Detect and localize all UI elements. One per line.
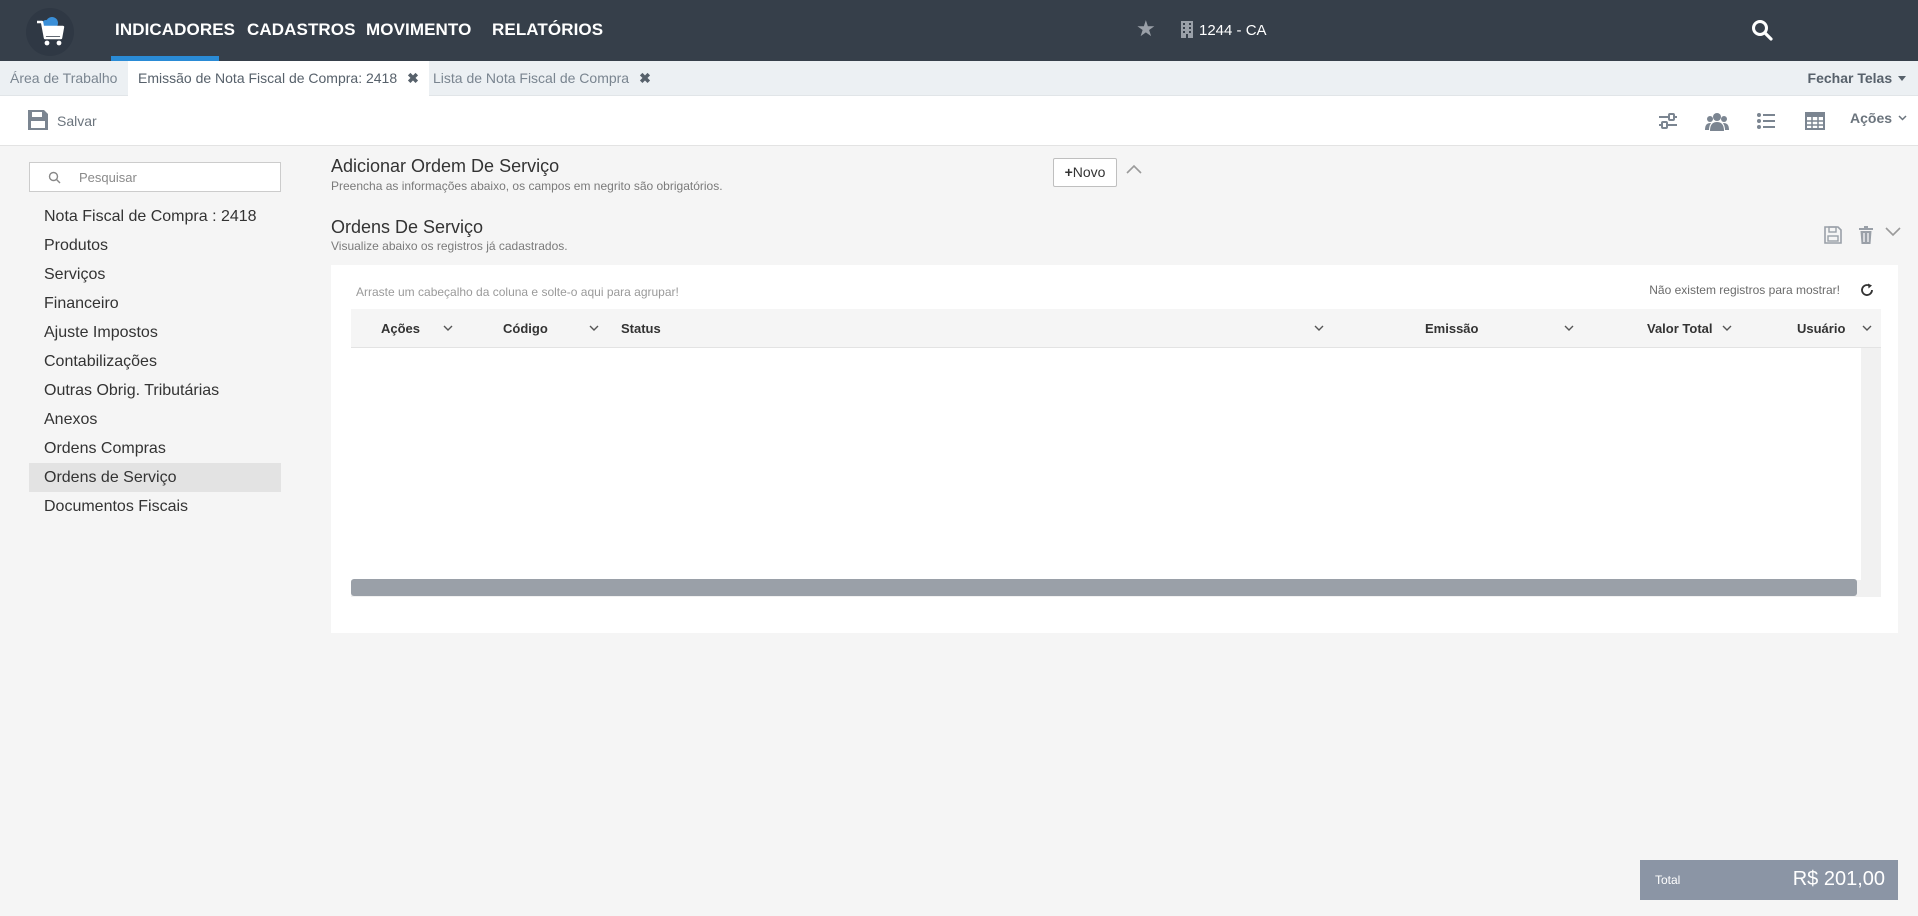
- close-icon[interactable]: ✖: [639, 70, 651, 86]
- chevron-up-icon[interactable]: [1125, 163, 1143, 175]
- plus-icon: +: [1064, 164, 1073, 180]
- chevron-down-icon[interactable]: [1722, 324, 1732, 332]
- close-all-tabs-dropdown[interactable]: Fechar Telas: [1808, 61, 1906, 96]
- table-icon[interactable]: [1803, 109, 1827, 133]
- column-header-usuario[interactable]: Usuário: [1797, 309, 1845, 348]
- nav-relatorios[interactable]: RELATÓRIOS: [492, 20, 603, 40]
- group-panel-hint[interactable]: Arraste um cabeçalho da coluna e solte-o…: [356, 285, 679, 299]
- actions-label: Ações: [1850, 110, 1893, 126]
- tab-emissao-nota-fiscal[interactable]: Emissão de Nota Fiscal de Compra: 2418 ✖: [128, 61, 429, 96]
- sidebar-item-produtos[interactable]: Produtos: [29, 231, 281, 260]
- chevron-down-icon[interactable]: [589, 324, 599, 332]
- trash-icon[interactable]: [1856, 225, 1876, 245]
- company-selector[interactable]: 1244 - CA: [1180, 21, 1267, 39]
- top-navbar: INDICADORES CADASTROS MOVIMENTO RELATÓRI…: [0, 0, 1918, 61]
- sidebar-item-contabilizacoes[interactable]: Contabilizações: [29, 347, 281, 376]
- list-icon[interactable]: [1754, 109, 1778, 133]
- caret-down-icon: [1898, 76, 1906, 81]
- column-header-valor-total[interactable]: Valor Total: [1647, 309, 1713, 348]
- tabs-bar: Área de Trabalho Emissão de Nota Fiscal …: [0, 61, 1918, 96]
- sidebar-item-servicos[interactable]: Serviços: [29, 260, 281, 289]
- chevron-down-icon[interactable]: [1314, 324, 1324, 332]
- add-section-subtitle: Preencha as informações abaixo, os campo…: [331, 179, 723, 193]
- floppy-disk-icon: [28, 110, 48, 130]
- nav-indicadores[interactable]: INDICADORES: [115, 20, 235, 40]
- sidebar-item-nota-fiscal[interactable]: Nota Fiscal de Compra : 2418: [29, 202, 281, 231]
- sidebar-nav: Nota Fiscal de Compra : 2418 Produtos Se…: [29, 202, 281, 521]
- new-button[interactable]: +Novo: [1053, 158, 1117, 187]
- new-button-label: Novo: [1072, 164, 1106, 180]
- app-logo[interactable]: [26, 8, 74, 56]
- users-group-icon[interactable]: [1705, 109, 1729, 133]
- no-records-message: Não existem registros para mostrar!: [1649, 283, 1840, 297]
- refresh-icon[interactable]: [1860, 283, 1874, 297]
- list-section-subtitle: Visualize abaixo os registros já cadastr…: [331, 239, 568, 253]
- chevron-down-icon: [1898, 115, 1907, 121]
- column-header-status[interactable]: Status: [621, 309, 661, 348]
- column-header-emissao[interactable]: Emissão: [1425, 309, 1478, 348]
- chevron-down-icon[interactable]: [1862, 324, 1872, 332]
- company-label: 1244 - CA: [1199, 22, 1267, 39]
- sidebar-item-documentos-fiscais[interactable]: Documentos Fiscais: [29, 492, 281, 521]
- tab-area-de-trabalho[interactable]: Área de Trabalho: [0, 61, 127, 96]
- service-orders-grid: Arraste um cabeçalho da coluna e solte-o…: [331, 265, 1898, 633]
- nav-movimento[interactable]: MOVIMENTO: [366, 20, 471, 40]
- tab-lista-nota-fiscal[interactable]: Lista de Nota Fiscal de Compra ✖: [423, 61, 661, 96]
- favorite-star-icon[interactable]: ★: [1136, 18, 1158, 40]
- tab-label: Área de Trabalho: [10, 70, 118, 86]
- action-toolbar: Salvar Ações: [0, 96, 1918, 146]
- search-icon[interactable]: [1751, 19, 1773, 41]
- sidebar-item-ajuste-impostos[interactable]: Ajuste Impostos: [29, 318, 281, 347]
- search-input[interactable]: [79, 163, 274, 191]
- close-all-label: Fechar Telas: [1807, 70, 1893, 86]
- chevron-down-icon[interactable]: [1884, 225, 1902, 237]
- tab-label: Lista de Nota Fiscal de Compra: [433, 70, 630, 86]
- search-icon: [48, 171, 61, 184]
- close-icon[interactable]: ✖: [407, 70, 419, 86]
- sidebar-search: [29, 162, 281, 192]
- list-section-title: Ordens De Serviço: [331, 217, 484, 237]
- grid-body: [351, 348, 1861, 580]
- sidebar-item-outras-obrig[interactable]: Outras Obrig. Tributárias: [29, 376, 281, 405]
- chevron-down-icon[interactable]: [1564, 324, 1574, 332]
- column-header-acoes[interactable]: Ações: [381, 309, 420, 348]
- building-icon: [1181, 21, 1193, 38]
- save-label: Salvar: [57, 113, 97, 129]
- total-value: R$ 201,00: [1792, 868, 1885, 890]
- sidebar-item-anexos[interactable]: Anexos: [29, 405, 281, 434]
- add-section-title: Adicionar Ordem De Serviço: [331, 156, 560, 176]
- total-summary: Total R$ 201,00: [1640, 860, 1898, 900]
- sidebar-item-ordens-compras[interactable]: Ordens Compras: [29, 434, 281, 463]
- horizontal-scrollbar-thumb[interactable]: [351, 579, 1857, 596]
- actions-dropdown[interactable]: Ações: [1850, 110, 1907, 126]
- vertical-scrollbar[interactable]: [1861, 348, 1881, 580]
- grid-header: Ações Código Status Emissão Valor Total …: [351, 309, 1881, 348]
- column-header-codigo[interactable]: Código: [503, 309, 548, 348]
- total-label: Total: [1655, 873, 1681, 887]
- sidebar-item-ordens-servico[interactable]: Ordens de Serviço: [29, 463, 281, 492]
- chevron-down-icon[interactable]: [443, 324, 453, 332]
- sidebar-item-financeiro[interactable]: Financeiro: [29, 289, 281, 318]
- nav-cadastros[interactable]: CADASTROS: [247, 20, 356, 40]
- tab-label: Emissão de Nota Fiscal de Compra: 2418: [138, 70, 398, 86]
- sliders-icon[interactable]: [1656, 109, 1680, 133]
- cart-icon: [37, 17, 65, 46]
- save-icon[interactable]: [1823, 225, 1843, 245]
